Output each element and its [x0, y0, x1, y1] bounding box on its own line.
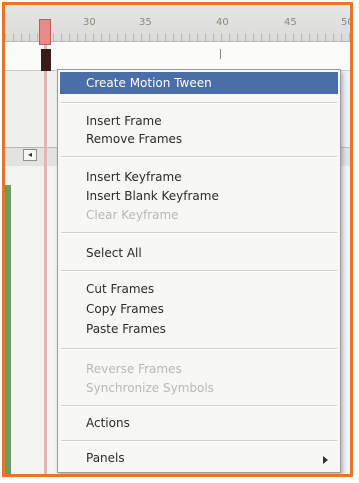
ruler-number: 45 [284, 17, 297, 28]
frame-marker [220, 49, 221, 59]
menu-item-panels[interactable]: Panels [86, 451, 125, 465]
ruler-ticks [5, 33, 350, 41]
menu-separator [61, 405, 337, 407]
menu-separator [61, 348, 337, 350]
ruler-number: 30 [83, 17, 96, 28]
menu-separator [61, 270, 337, 272]
menu-item-insert-keyframe[interactable]: Insert Keyframe [86, 170, 182, 184]
keyframe-marker[interactable] [41, 49, 51, 71]
stage-edge [5, 185, 11, 474]
timeline-ruler[interactable]: 30 35 40 45 50 [5, 5, 350, 42]
menu-item-copy-frames[interactable]: Copy Frames [86, 302, 164, 316]
arrow-right-icon [323, 456, 328, 464]
ruler-number: 50 [341, 17, 353, 28]
menu-item-cut-frames[interactable]: Cut Frames [86, 282, 154, 296]
scroll-left-button[interactable]: ◂ [23, 149, 37, 161]
timeline-frame-row[interactable] [5, 42, 350, 71]
ruler-number: 35 [139, 17, 152, 28]
screenshot-frame: 30 35 40 45 50 ◂ Create Motion Tween Ins… [2, 2, 353, 477]
menu-separator [61, 156, 337, 158]
menu-separator [61, 440, 337, 442]
menu-separator [61, 232, 337, 234]
menu-item-actions[interactable]: Actions [86, 416, 130, 430]
menu-item-insert-frame[interactable]: Insert Frame [86, 114, 162, 128]
menu-item-paste-frames[interactable]: Paste Frames [86, 322, 166, 336]
menu-item-create-motion-tween[interactable]: Create Motion Tween [86, 76, 212, 90]
menu-item-clear-keyframe: Clear Keyframe [86, 208, 179, 222]
menu-item-remove-frames[interactable]: Remove Frames [86, 132, 182, 146]
menu-item-select-all[interactable]: Select All [86, 246, 142, 260]
menu-separator [61, 102, 337, 104]
menu-item-reverse-frames: Reverse Frames [86, 362, 182, 376]
context-menu: Create Motion Tween Insert Frame Remove … [57, 69, 341, 473]
menu-item-insert-blank-keyframe[interactable]: Insert Blank Keyframe [86, 189, 219, 203]
ruler-number: 40 [216, 17, 229, 28]
playhead-handle[interactable] [39, 19, 51, 45]
playhead-line [44, 43, 47, 474]
menu-item-synchronize-symbols: Synchronize Symbols [86, 381, 214, 395]
